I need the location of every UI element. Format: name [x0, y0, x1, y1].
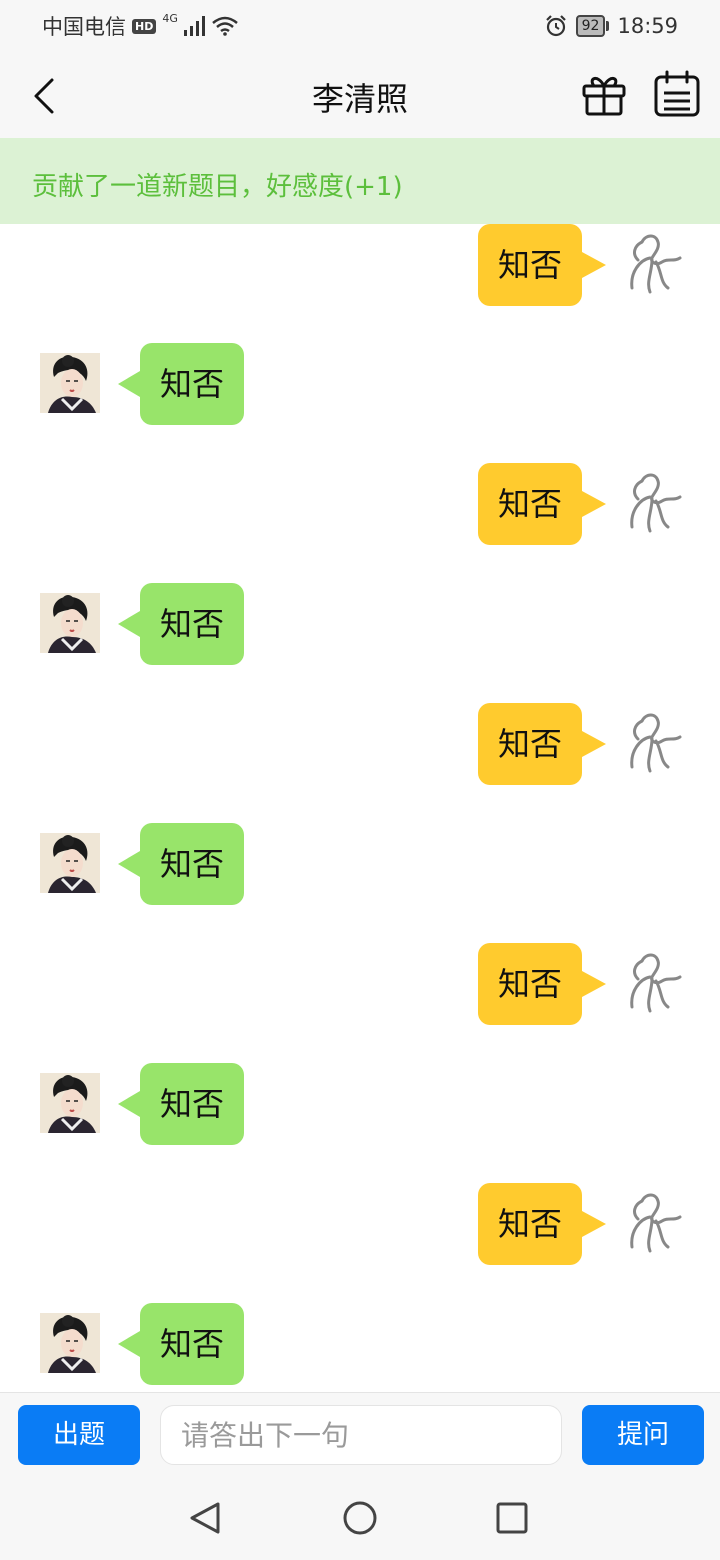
battery-level: 92 — [575, 15, 606, 37]
carrier-label: 中国电信 — [42, 15, 126, 39]
battery-tip — [606, 21, 610, 31]
user-sketch-icon — [630, 953, 682, 1013]
input-bar: 出题 提问 — [0, 1392, 720, 1476]
signal-icon — [183, 16, 205, 36]
page-title: 李清照 — [311, 80, 408, 118]
network-label: 4G — [162, 12, 178, 25]
back-button[interactable] — [22, 74, 66, 118]
answer-input[interactable] — [160, 1405, 562, 1465]
incoming-bubble[interactable]: 知否 — [118, 1063, 244, 1145]
chat-message: 知否 — [0, 224, 720, 306]
outgoing-bubble[interactable]: 知否 — [478, 224, 606, 306]
battery-indicator: 92 — [575, 15, 610, 37]
nav-home-icon[interactable] — [340, 1498, 380, 1538]
ask-button[interactable]: 提问 — [582, 1405, 704, 1465]
avatar-portrait — [40, 593, 100, 653]
status-right: 92 18:59 — [544, 12, 678, 40]
chat-area[interactable]: 知否 知否 知否 知否 知否 知否 知否 知否 知否 知否 — [0, 224, 720, 1392]
avatar-portrait — [40, 1313, 100, 1373]
banner-text: 贡献了一道新题目，好感度(+1) — [32, 172, 403, 202]
chat-message: 知否 — [0, 943, 720, 1025]
user-sketch-icon — [630, 234, 682, 294]
system-nav-bar — [0, 1476, 720, 1560]
clock: 18:59 — [617, 14, 678, 38]
back-arrow-icon — [34, 78, 54, 114]
incoming-bubble[interactable]: 知否 — [118, 583, 244, 665]
avatar-portrait — [40, 833, 100, 893]
status-bar: 中国电信 HD 4G 92 18:59 — [0, 0, 720, 52]
gift-button[interactable] — [580, 70, 628, 118]
hd-badge: HD — [132, 18, 157, 34]
header: 李清照 — [0, 52, 720, 138]
user-sketch-icon — [630, 473, 682, 533]
outgoing-bubble[interactable]: 知否 — [478, 943, 606, 1025]
incoming-bubble[interactable]: 知否 — [118, 823, 244, 905]
nav-back-icon[interactable] — [186, 1498, 226, 1538]
incoming-bubble[interactable]: 知否 — [118, 1303, 244, 1385]
alarm-icon — [545, 15, 566, 37]
chat-message: 知否 — [0, 583, 720, 665]
avatar-portrait — [40, 353, 100, 413]
outgoing-bubble[interactable]: 知否 — [478, 703, 606, 785]
nav-recent-icon[interactable] — [492, 1498, 532, 1538]
wifi-icon — [212, 16, 238, 36]
avatar-portrait — [40, 1073, 100, 1133]
status-left: 中国电信 HD 4G — [42, 12, 238, 40]
chat-message: 知否 — [0, 463, 720, 545]
user-sketch-icon — [630, 1193, 682, 1253]
incoming-bubble[interactable]: 知否 — [118, 343, 244, 425]
create-question-button[interactable]: 出题 — [18, 1405, 140, 1465]
chat-message: 知否 — [0, 1303, 720, 1385]
chat-message: 知否 — [0, 1183, 720, 1265]
outgoing-bubble[interactable]: 知否 — [478, 1183, 606, 1265]
outgoing-bubble[interactable]: 知否 — [478, 463, 606, 545]
calendar-icon — [654, 70, 700, 117]
chat-message: 知否 — [0, 1063, 720, 1145]
chat-message: 知否 — [0, 343, 720, 425]
calendar-button[interactable] — [652, 70, 702, 118]
notification-banner: 贡献了一道新题目，好感度(+1) — [0, 138, 720, 224]
chat-message: 知否 — [0, 703, 720, 785]
user-sketch-icon — [630, 713, 682, 773]
chat-message: 知否 — [0, 823, 720, 905]
gift-icon — [582, 77, 626, 116]
